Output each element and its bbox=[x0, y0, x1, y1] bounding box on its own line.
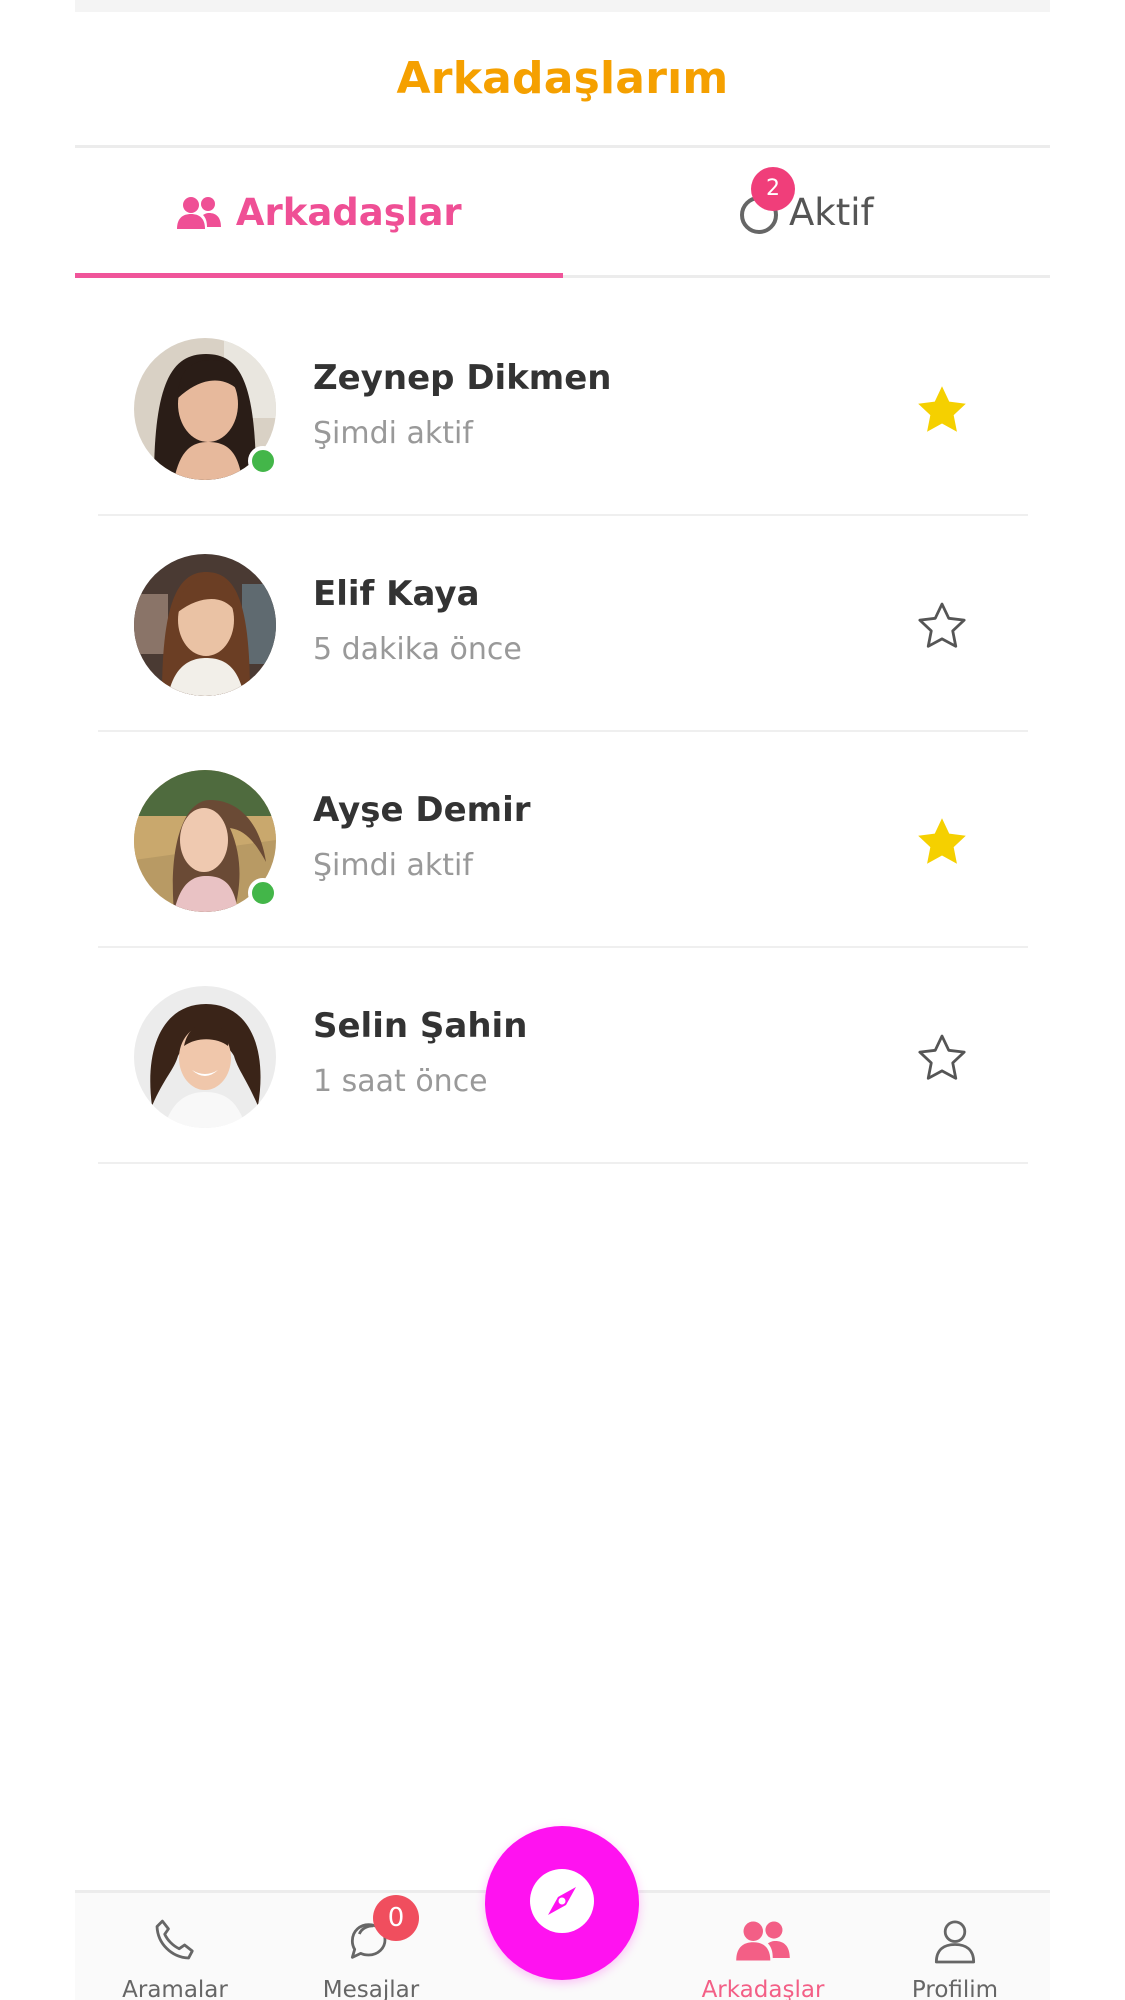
tab-aktif[interactable]: 2 Aktif bbox=[563, 150, 1051, 275]
friend-info: Elif Kaya 5 dakika önce bbox=[313, 574, 522, 667]
nav-mesajlar[interactable]: 0 Mesajlar bbox=[301, 1895, 441, 2000]
friend-row[interactable]: Selin Şahin 1 saat önce bbox=[98, 948, 1028, 1164]
friend-name: Zeynep Dikmen bbox=[313, 358, 612, 398]
friend-status: Şimdi aktif bbox=[313, 416, 473, 451]
nav-profilim-label: Profilim bbox=[911, 1977, 999, 2000]
friend-name: Elif Kaya bbox=[313, 574, 480, 614]
avatar-image bbox=[134, 986, 276, 1128]
favorite-star-outline-icon[interactable] bbox=[914, 598, 970, 654]
friend-info: Ayşe Demir Şimdi aktif bbox=[313, 790, 531, 883]
friend-status: Şimdi aktif bbox=[313, 848, 473, 883]
friend-info: Zeynep Dikmen Şimdi aktif bbox=[313, 358, 612, 451]
avatar[interactable] bbox=[134, 338, 278, 480]
favorite-star-filled-icon[interactable] bbox=[914, 814, 970, 870]
nav-aramalar[interactable]: Aramalar bbox=[105, 1913, 245, 2000]
app-header: Arkadaşlarım bbox=[75, 12, 1050, 148]
phone-icon bbox=[147, 1913, 203, 1969]
aktif-count-badge: 2 bbox=[750, 166, 795, 211]
online-indicator bbox=[248, 878, 278, 908]
tab-aktif-label: Aktif bbox=[788, 191, 874, 234]
avatar[interactable] bbox=[134, 770, 278, 912]
avatar[interactable] bbox=[134, 554, 276, 696]
favorite-star-outline-icon[interactable] bbox=[914, 1030, 970, 1086]
favorite-star-filled-icon[interactable] bbox=[914, 382, 970, 438]
user-icon bbox=[927, 1913, 983, 1969]
friend-row[interactable]: Ayşe Demir Şimdi aktif bbox=[98, 732, 1028, 948]
friend-status: 1 saat önce bbox=[313, 1064, 488, 1099]
tab-bar: Arkadaşlar 2 Aktif bbox=[75, 150, 1050, 278]
friends-screen: Arkadaşlarım Arkadaşlar 2 Aktif Zeynep D… bbox=[0, 0, 1125, 2000]
moon-icon: 2 bbox=[739, 166, 795, 235]
messages-count-badge: 0 bbox=[373, 1895, 419, 1941]
friend-info: Selin Şahin 1 saat önce bbox=[313, 1006, 527, 1099]
users-icon bbox=[176, 195, 222, 231]
online-indicator bbox=[248, 446, 278, 476]
avatar[interactable] bbox=[134, 986, 276, 1128]
tab-arkadaslar[interactable]: Arkadaşlar bbox=[75, 150, 563, 278]
nav-mesajlar-label: Mesajlar bbox=[322, 1977, 420, 2000]
discover-fab[interactable] bbox=[485, 1826, 639, 1980]
nav-profilim[interactable]: Profilim bbox=[885, 1913, 1025, 2000]
tab-arkadaslar-label: Arkadaşlar bbox=[235, 191, 462, 234]
status-strip bbox=[75, 0, 1050, 12]
nav-arkadaslar-label: Arkadaşlar bbox=[701, 1977, 825, 2000]
users-icon bbox=[735, 1913, 791, 1969]
chat-icon: 0 bbox=[343, 1895, 419, 1969]
friend-status: 5 dakika önce bbox=[313, 632, 522, 667]
compass-icon bbox=[526, 1865, 598, 1942]
friend-row[interactable]: Zeynep Dikmen Şimdi aktif bbox=[98, 300, 1028, 516]
friend-row[interactable]: Elif Kaya 5 dakika önce bbox=[98, 516, 1028, 732]
friend-name: Ayşe Demir bbox=[313, 790, 531, 830]
friends-list: Zeynep Dikmen Şimdi aktif Elif Kaya 5 da… bbox=[98, 300, 1028, 1164]
friend-name: Selin Şahin bbox=[313, 1006, 528, 1046]
nav-arkadaslar[interactable]: Arkadaşlar bbox=[693, 1913, 833, 2000]
avatar-image bbox=[134, 554, 276, 696]
page-title: Arkadaşlarım bbox=[396, 53, 729, 104]
nav-aramalar-label: Aramalar bbox=[122, 1977, 228, 2000]
